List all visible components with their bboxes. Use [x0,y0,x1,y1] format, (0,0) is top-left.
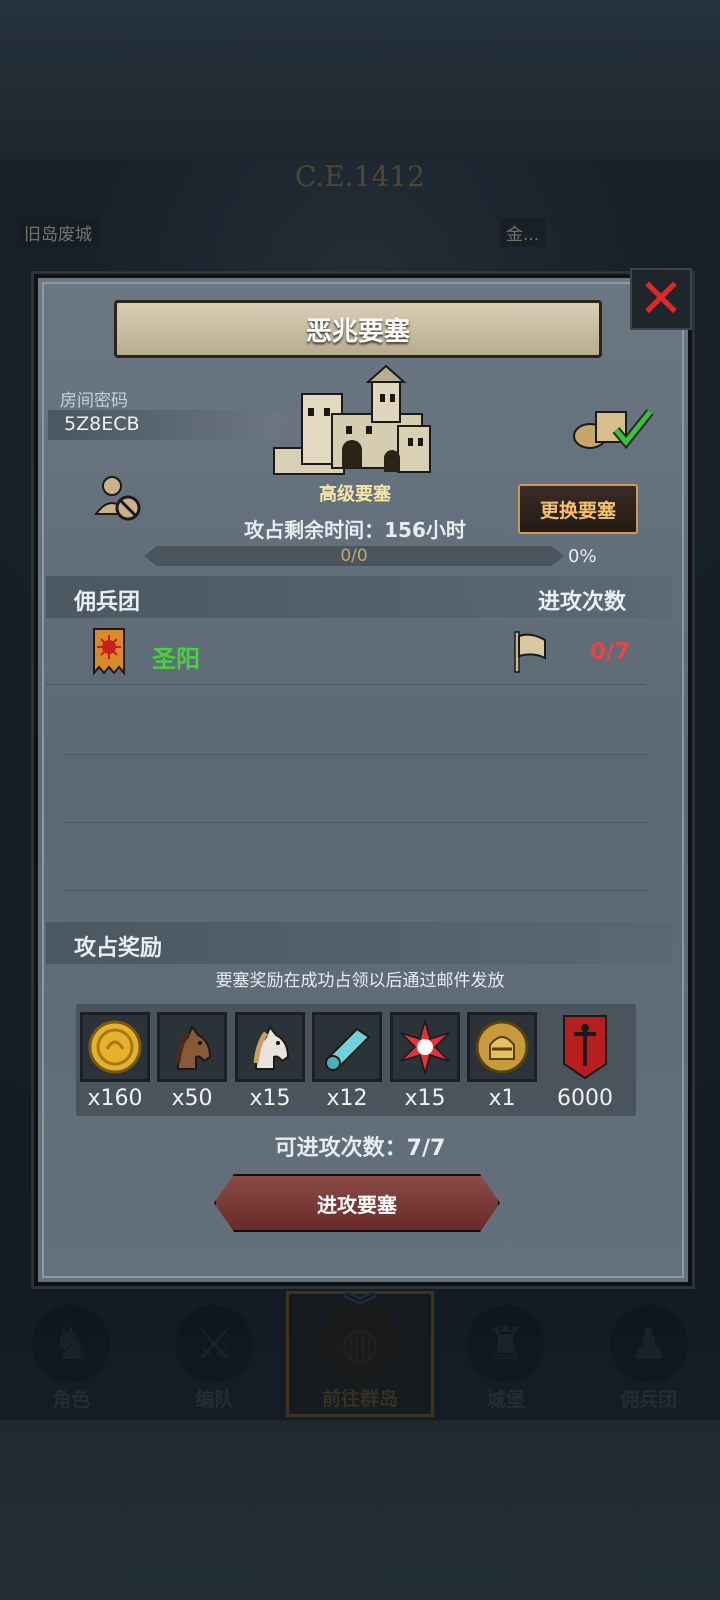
reward-item[interactable]: x1 [467,1012,537,1111]
attack-fortress-button[interactable]: 进攻要塞 [214,1174,500,1232]
supplies-check-icon[interactable] [572,404,654,450]
reward-qty: x15 [249,1086,291,1111]
attacks-header: 进攻次数 [538,590,627,615]
sword-banner-icon [550,1012,620,1082]
reward-item[interactable]: x50 [157,1012,227,1111]
empty-row-divider [62,822,648,823]
close-button[interactable]: ✕ [630,268,692,330]
reward-item[interactable]: x15 [390,1012,460,1111]
flag-icon [514,631,546,673]
white-horse-icon [235,1012,305,1082]
reward-item[interactable]: x15 [235,1012,305,1111]
title-plate: 恶兆要塞 [114,300,602,358]
reward-header: 攻占奖励 [74,936,163,961]
reward-qty: x15 [404,1086,446,1111]
dialog-title: 恶兆要塞 [305,316,410,347]
reward-qty: x50 [171,1086,213,1111]
available-attacks: 可进攻次数：7/7 [274,1136,446,1161]
fortress-type: 高级要塞 [319,484,391,505]
room-code-label: 房间密码 [60,391,128,411]
reward-item[interactable]: 6000 [550,1012,620,1111]
mercenary-row[interactable] [46,620,646,685]
top-dark-area [0,0,720,160]
fortress-castle-icon [273,364,431,475]
room-code[interactable]: 5Z8ECB [64,413,140,435]
cloth-roll-icon [312,1012,382,1082]
reward-item[interactable]: x160 [80,1012,150,1111]
no-owner-icon [94,476,141,521]
helmet-medal-icon [467,1012,537,1082]
change-fortress-button[interactable]: 更换要塞 [518,484,638,534]
reward-item[interactable]: x12 [312,1012,382,1111]
reward-qty: x160 [87,1086,143,1111]
mercenary-header: 佣兵团 [74,590,141,615]
reward-qty: x12 [326,1086,368,1111]
brown-horse-icon [157,1012,227,1082]
reward-note: 要塞奖励在成功占领以后通过邮件发放 [215,971,505,991]
gold-coin-icon [80,1012,150,1082]
empty-row-divider [62,890,648,891]
progress-text: 0/0 [340,546,368,566]
red-star-gem-icon [390,1012,460,1082]
reward-qty: 6000 [557,1086,613,1111]
mercenary-attack-count: 0/7 [590,639,631,665]
mercenary-name: 圣阳 [152,645,200,673]
empty-row-divider [62,754,648,755]
guild-banner-icon [93,628,125,675]
reward-qty: x1 [488,1086,516,1111]
occupation-time-left: 攻占剩余时间：156小时 [244,518,466,542]
progress-percent: 0% [568,546,597,567]
close-icon: ✕ [638,267,684,330]
